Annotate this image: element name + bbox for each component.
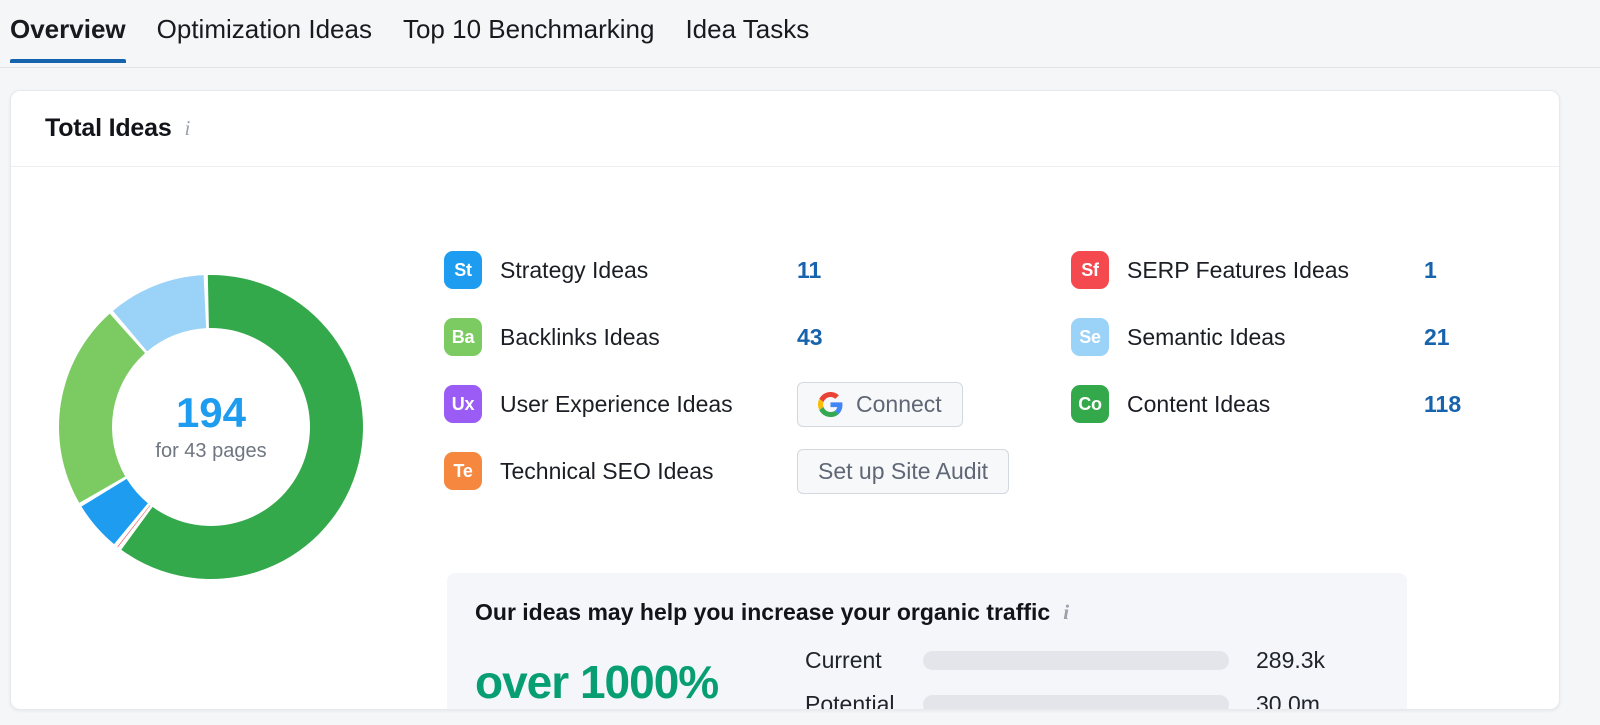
organic-traffic-body: over 1000% Current 289.3k Potential 30.0… (475, 638, 1407, 710)
legend-item-content-ideas[interactable]: Co Content Ideas 118 (1071, 381, 1541, 427)
info-icon[interactable]: i (185, 118, 191, 139)
tab-top-10-benchmarking[interactable]: Top 10 Benchmarking (403, 0, 654, 63)
legend-item-label: Technical SEO Ideas (500, 457, 714, 484)
legend-item-serp-features-ideas[interactable]: Sf SERP Features Ideas 1 (1071, 247, 1541, 293)
traffic-row-current: Current 289.3k (805, 638, 1407, 682)
set-up-site-audit-button-label: Set up Site Audit (818, 457, 989, 484)
organic-traffic-info-icon[interactable]: i (1063, 602, 1069, 623)
total-ideas-page: Overview Optimization Ideas Top 10 Bench… (0, 0, 1600, 725)
legend-item-technical-seo-ideas[interactable]: Te Technical SEO Ideas Set up Site Audit (444, 448, 1010, 494)
serp-features-ideas-badge-icon: Sf (1071, 251, 1109, 289)
legend-column-left: St Strategy Ideas 11 Ba Backlinks Ideas … (444, 247, 1010, 515)
donut-slice-backlinks-ideas[interactable] (58, 313, 146, 503)
traffic-row-value: 30.0m (1256, 690, 1320, 710)
legend-item-value: 11 (797, 256, 822, 283)
total-ideas-donut-chart: 194 for 43 pages (55, 271, 367, 583)
tab-optimization-ideas[interactable]: Optimization Ideas (157, 0, 372, 63)
traffic-row-value: 289.3k (1256, 646, 1326, 673)
organic-traffic-title-text: Our ideas may help you increase your org… (475, 599, 1051, 625)
traffic-row-label: Potential (805, 690, 895, 710)
traffic-bars: Current 289.3k Potential 30.0m (805, 638, 1407, 710)
active-tab-underline (10, 59, 126, 63)
content-ideas-badge-icon: Co (1071, 385, 1109, 423)
legend-item-label: Semantic Ideas (1127, 323, 1286, 350)
legend-item-label: SERP Features Ideas (1127, 256, 1350, 283)
tab-overview[interactable]: Overview (10, 0, 126, 63)
legend-item-strategy-ideas[interactable]: St Strategy Ideas 11 (444, 247, 1004, 293)
legend-item-user-experience-ideas[interactable]: Ux User Experience Ideas Connect (444, 381, 1004, 427)
strategy-ideas-badge-icon: St (444, 251, 482, 289)
organic-traffic-title: Our ideas may help you increase your org… (475, 599, 1407, 626)
tab-idea-tasks[interactable]: Idea Tasks (685, 0, 809, 63)
legend-item-backlinks-ideas[interactable]: Ba Backlinks Ideas 43 (444, 314, 1004, 360)
traffic-row-label: Current (805, 646, 882, 673)
google-connect-button[interactable]: Connect (797, 381, 963, 427)
semantic-ideas-badge-icon: Se (1071, 318, 1109, 356)
legend-item-semantic-ideas[interactable]: Se Semantic Ideas 21 (1071, 314, 1541, 360)
legend-item-value: 21 (1424, 323, 1450, 350)
legend-item-value: 1 (1424, 256, 1437, 283)
current-traffic-bar (923, 650, 1229, 670)
organic-traffic-increase-value: over 1000% (475, 656, 719, 708)
legend-item-value: 43 (797, 323, 823, 350)
total-ideas-card: Total Ideas i 194 for 43 pages St Strate… (10, 90, 1560, 710)
traffic-row-potential: Potential 30.0m (805, 682, 1407, 710)
legend-item-label: Strategy Ideas (500, 256, 649, 283)
set-up-site-audit-button[interactable]: Set up Site Audit (797, 448, 1010, 494)
google-connect-button-label: Connect (856, 390, 942, 417)
donut-svg (58, 275, 363, 579)
legend-item-label: Backlinks Ideas (500, 323, 660, 350)
legend-item-label: User Experience Ideas (500, 390, 733, 417)
page-title: Total Ideas (45, 114, 172, 142)
user-experience-ideas-badge-icon: Ux (444, 385, 482, 423)
card-header: Total Ideas i (11, 91, 1559, 167)
legend-column-right: Sf SERP Features Ideas 1 Se Semantic Ide… (1071, 247, 1541, 448)
tab-top-10-benchmarking-label: Top 10 Benchmarking (402, 14, 655, 44)
technical-seo-ideas-badge-icon: Te (444, 452, 482, 490)
google-g-icon (818, 391, 843, 417)
tab-optimization-ideas-label: Optimization Ideas (156, 14, 372, 44)
card-body: 194 for 43 pages St Strategy Ideas 11 Ba… (11, 167, 1559, 710)
tab-idea-tasks-label: Idea Tasks (685, 14, 810, 44)
potential-traffic-bar (923, 694, 1229, 709)
tab-overview-label: Overview (10, 14, 126, 44)
backlinks-ideas-badge-icon: Ba (444, 318, 482, 356)
tab-bar: Overview Optimization Ideas Top 10 Bench… (0, 0, 1600, 68)
legend-item-label: Content Ideas (1127, 390, 1271, 417)
legend-item-value: 118 (1424, 390, 1462, 417)
organic-traffic-panel: Our ideas may help you increase your org… (447, 573, 1407, 710)
